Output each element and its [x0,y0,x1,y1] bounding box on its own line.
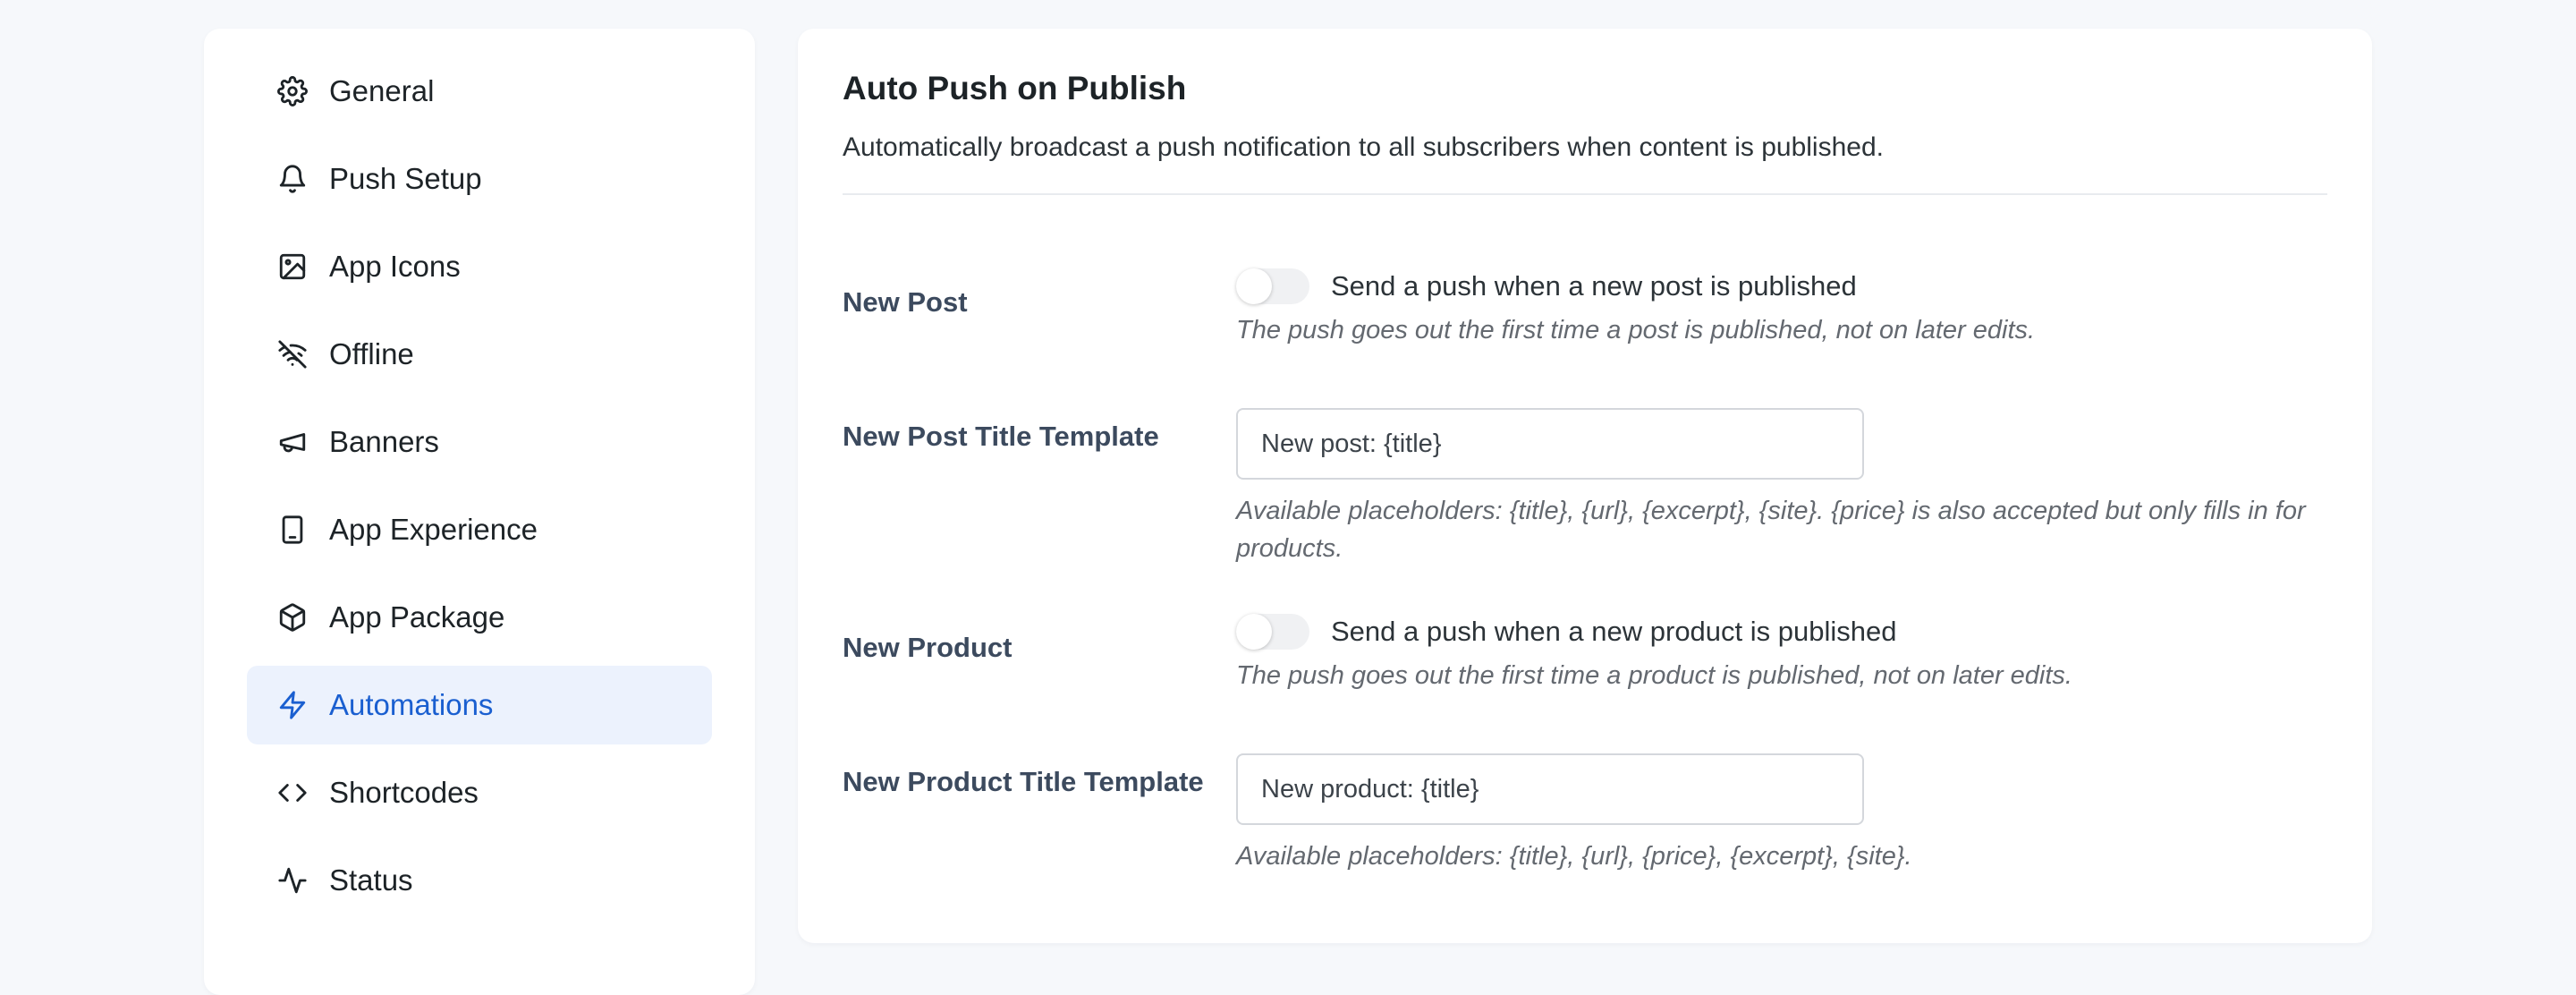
new-post-template-help: Available placeholders: {title}, {url}, … [1236,497,2306,563]
new-post-template-label: New Post Title Template [843,421,1159,452]
sidebar-item-label: Automations [329,688,494,721]
new-product-label: New Product [843,632,1013,663]
divider [843,193,2327,195]
sidebar-item-label: App Icons [329,250,461,283]
phone-icon [277,515,308,545]
sidebar-item-label: Shortcodes [329,776,479,809]
activity-icon [277,865,308,896]
sidebar-item-general[interactable]: General [247,52,712,131]
new-product-toggle[interactable] [1236,614,1309,650]
package-icon [277,602,308,633]
new-post-template-input[interactable] [1236,408,1864,480]
sidebar-item-label: App Experience [329,513,538,546]
sidebar-item-app-icons[interactable]: App Icons [247,227,712,306]
new-post-template-field: Available placeholders: {title}, {url}, … [1236,408,2327,567]
toggle-knob [1236,268,1272,304]
new-post-label: New Post [843,286,968,318]
new-post-toggle-text: Send a push when a new post is published [1331,270,1857,302]
auto-push-panel: Auto Push on Publish Automatically broad… [798,29,2372,943]
new-post-help: The push goes out the first time a post … [1236,316,2036,344]
megaphone-icon [277,427,308,457]
image-icon [277,251,308,282]
sidebar-item-label: Offline [329,337,414,370]
sidebar-item-label: App Package [329,600,505,634]
new-product-toggle-text: Send a push when a new product is publis… [1331,616,1897,647]
new-product-template-field: Available placeholders: {title}, {url}, … [1236,753,2327,875]
sidebar-item-banners[interactable]: Banners [247,403,712,481]
new-product-template-input[interactable] [1236,753,1864,825]
sidebar-item-push-setup[interactable]: Push Setup [247,140,712,218]
new-product-help: The push goes out the first time a produ… [1236,661,2072,690]
sidebar-item-label: Push Setup [329,162,482,195]
sidebar-item-status[interactable]: Status [247,841,712,920]
panel-title: Auto Push on Publish [843,70,1187,106]
sidebar-item-automations[interactable]: Automations [247,666,712,744]
code-icon [277,778,308,808]
new-post-toggle[interactable] [1236,268,1309,304]
sidebar-item-shortcodes[interactable]: Shortcodes [247,753,712,832]
bell-icon [277,164,308,194]
panel-description: Automatically broadcast a push notificat… [843,132,1884,162]
sidebar-item-label: Status [329,863,413,897]
wifi-off-icon [277,339,308,370]
sidebar-item-label: General [329,74,435,107]
sidebar-item-app-experience[interactable]: App Experience [247,490,712,569]
sidebar-item-app-package[interactable]: App Package [247,578,712,657]
sidebar-item-label: Banners [329,425,439,458]
gear-icon [277,76,308,106]
sidebar-item-offline[interactable]: Offline [247,315,712,394]
settings-sidebar: General Push Setup App Icons Offline Ban… [204,29,755,995]
new-product-field: Send a push when a new product is publis… [1236,614,2327,694]
new-post-field: Send a push when a new post is published… [1236,268,2327,349]
new-product-template-label: New Product Title Template [843,766,1204,797]
new-product-template-help: Available placeholders: {title}, {url}, … [1236,842,1912,871]
zap-icon [277,690,308,720]
toggle-knob [1236,614,1272,650]
